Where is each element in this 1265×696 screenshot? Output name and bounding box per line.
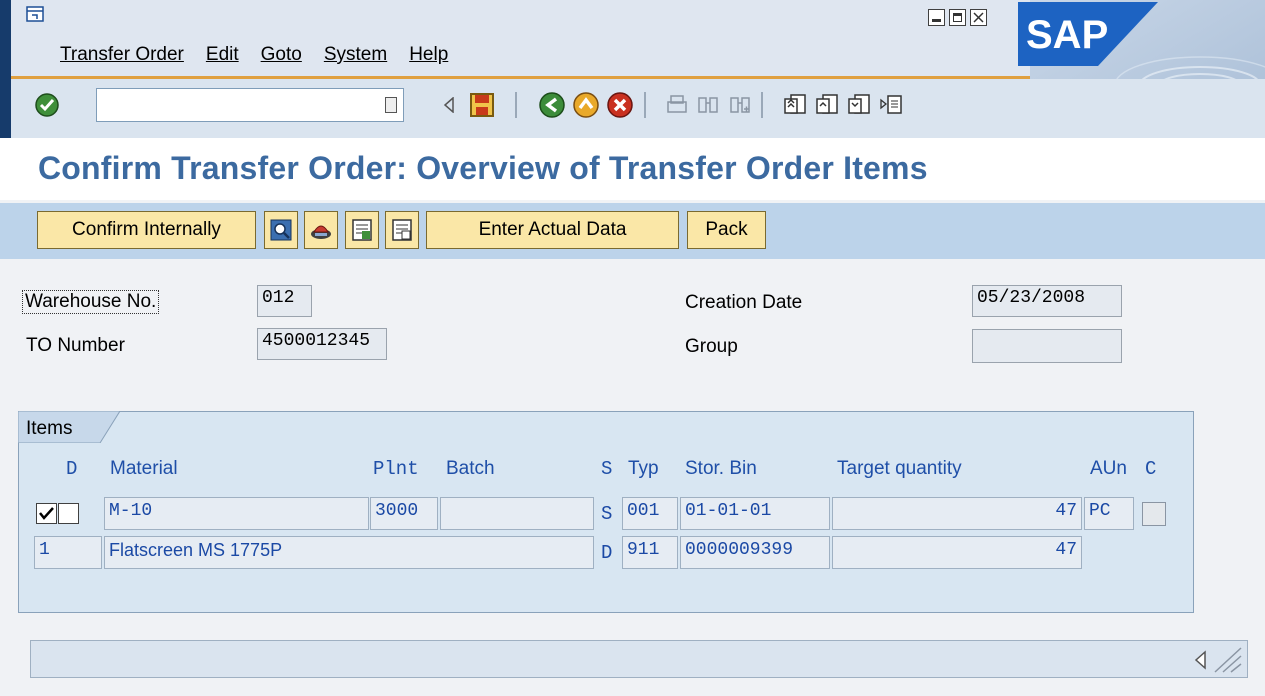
toolbar-separator — [515, 92, 517, 118]
sap-logo: SAP — [1018, 2, 1158, 66]
creation-date-field[interactable]: 05/23/2008 — [972, 285, 1122, 317]
confirmation-checkbox[interactable] — [1142, 502, 1166, 526]
creation-date-label: Creation Date — [685, 292, 803, 313]
plant-cell[interactable]: 3000 — [370, 497, 438, 530]
command-history-icon[interactable] — [385, 97, 397, 113]
save-icon[interactable] — [467, 90, 497, 120]
select-all-icon[interactable] — [345, 211, 379, 249]
enter-icon[interactable] — [32, 90, 62, 120]
exit-icon[interactable] — [571, 90, 601, 120]
column-header-s[interactable]: S — [601, 458, 612, 480]
toolbar-separator — [644, 92, 646, 118]
target-quantity-cell[interactable]: 47 — [832, 497, 1082, 530]
toolbar-separator — [761, 92, 763, 118]
resize-grip-icon[interactable] — [1211, 644, 1243, 674]
to-number-label: TO Number — [26, 335, 125, 356]
status-bar — [30, 640, 1248, 678]
storage-type-indicator: S — [601, 503, 613, 525]
column-header-material[interactable]: Material — [110, 458, 178, 480]
material-cell[interactable]: M-10 — [104, 497, 369, 530]
column-header-typ[interactable]: Typ — [628, 458, 659, 480]
warehouse-field[interactable]: 012 — [257, 285, 312, 317]
batch-cell[interactable] — [440, 497, 594, 530]
destination-indicator: D — [601, 542, 613, 564]
menu-system[interactable]: System — [324, 44, 387, 66]
menu-transfer-order[interactable]: Transfer Order — [60, 44, 184, 66]
menu-edit[interactable]: Edit — [206, 44, 239, 66]
group-field[interactable] — [972, 329, 1122, 363]
to-number-field[interactable]: 4500012345 — [257, 328, 387, 360]
pack-button[interactable]: Pack — [687, 211, 766, 249]
menu-bar: Transfer Order Edit Goto System Help — [60, 44, 470, 66]
command-field[interactable] — [96, 88, 404, 122]
column-header-stor-bin[interactable]: Stor. Bin — [685, 458, 757, 480]
warehouse-label: Warehouse No. — [22, 290, 160, 314]
page-title: Confirm Transfer Order: Overview of Tran… — [38, 150, 928, 186]
column-header-c[interactable]: C — [1145, 458, 1156, 480]
storage-type-cell[interactable]: 001 — [622, 497, 678, 530]
last-page-icon[interactable] — [876, 90, 906, 120]
item-number-cell: 1 — [34, 536, 102, 569]
status-arrow-icon[interactable] — [1193, 650, 1207, 670]
find-icon[interactable] — [693, 90, 723, 120]
group-label: Group — [685, 336, 738, 357]
back-arrow-icon[interactable] — [434, 90, 464, 120]
window-left-stripe — [0, 0, 11, 138]
confirm-internally-button[interactable]: Confirm Internally — [37, 211, 256, 249]
column-header-plnt[interactable]: Plnt — [373, 458, 419, 480]
column-header-target-quantity[interactable]: Target quantity — [837, 458, 962, 480]
enter-actual-data-button[interactable]: Enter Actual Data — [426, 211, 679, 249]
items-tab-label: Items — [26, 418, 73, 439]
destination-storage-type-cell[interactable]: 911 — [622, 536, 678, 569]
row-select-checkbox[interactable] — [36, 503, 57, 524]
menu-help[interactable]: Help — [409, 44, 448, 66]
next-page-icon[interactable] — [844, 90, 874, 120]
cancel-icon[interactable] — [605, 90, 635, 120]
unit-cell[interactable]: PC — [1084, 497, 1134, 530]
destination-bin-cell[interactable]: 0000009399 — [680, 536, 830, 569]
row-deletion-checkbox[interactable] — [58, 503, 79, 524]
maximize-icon[interactable] — [949, 9, 966, 26]
deselect-all-icon[interactable] — [385, 211, 419, 249]
svg-text:SAP: SAP — [1026, 13, 1108, 57]
minimize-icon[interactable] — [928, 9, 945, 26]
putaway-icon[interactable] — [304, 211, 338, 249]
column-header-d[interactable]: D — [66, 458, 77, 480]
destination-quantity-cell[interactable]: 47 — [832, 536, 1082, 569]
menu-goto[interactable]: Goto — [261, 44, 302, 66]
close-icon[interactable] — [970, 9, 987, 26]
details-icon[interactable] — [264, 211, 298, 249]
column-header-batch[interactable]: Batch — [446, 458, 495, 480]
storage-bin-cell[interactable]: 01-01-01 — [680, 497, 830, 530]
previous-page-icon[interactable] — [812, 90, 842, 120]
back-icon[interactable] — [537, 90, 567, 120]
print-icon[interactable] — [662, 90, 692, 120]
material-description-cell: Flatscreen MS 1775P — [104, 536, 594, 569]
first-page-icon[interactable] — [780, 90, 810, 120]
system-menu-icon[interactable] — [26, 6, 44, 22]
column-header-aun[interactable]: AUn — [1090, 458, 1127, 480]
find-next-icon[interactable] — [725, 90, 755, 120]
window-controls — [928, 9, 987, 26]
checkmark-icon — [39, 507, 54, 520]
